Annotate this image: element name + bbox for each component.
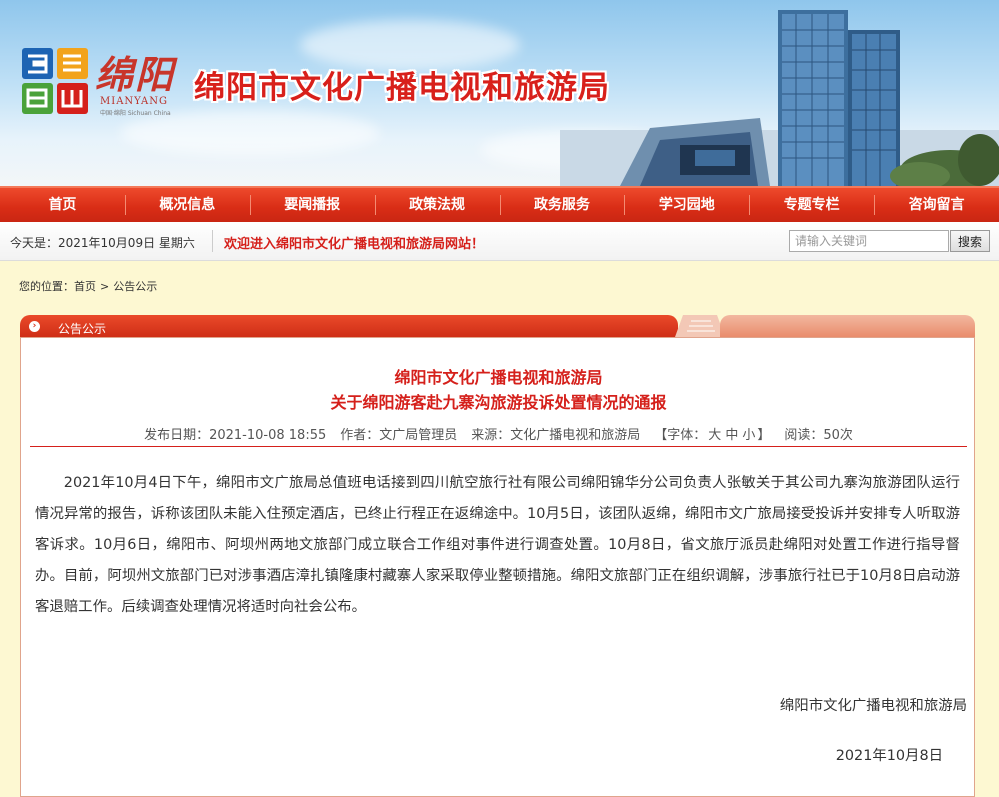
panel-tab: › 公告公示 [20, 315, 678, 337]
read-count: 阅读：50次 [784, 428, 853, 443]
article-signature: 绵阳市文化广播电视和旅游局 [779, 698, 967, 714]
article-panel: 绵阳市文化广播电视和旅游局 关于绵阳游客赴九寨沟旅游投诉处置情况的通报 发布日期… [20, 337, 975, 797]
nav-item-home[interactable]: 首页 [0, 188, 125, 224]
publish-date: 发布日期：2021-10-08 18:55 [144, 428, 327, 443]
breadcrumb-home-link[interactable]: 首页 [74, 280, 96, 293]
nav-item-overview[interactable]: 概况信息 [124, 188, 250, 224]
main-nav: 首页 概况信息 要闻播报 政策法规 政务服务 学习园地 专题专栏 咨询留言 [0, 186, 999, 224]
font-size-close: 】 [757, 428, 771, 443]
font-size-large-link[interactable]: 大 [708, 428, 721, 443]
article-source: 来源：文化广播电视和旅游局 [471, 428, 641, 443]
site-title: 绵阳市文化广播电视和旅游局 [194, 70, 610, 106]
title-divider [30, 446, 967, 447]
search-button[interactable]: 搜索 [950, 230, 990, 252]
strip-divider [212, 230, 213, 252]
breadcrumb-prefix: 您的位置： [19, 280, 74, 293]
font-size-small-link[interactable]: 小 [742, 428, 755, 443]
logo-text: 绵阳 [95, 52, 176, 97]
panel-header: › 公告公示 [20, 313, 975, 339]
breadcrumb-current[interactable]: 公告公示 [113, 280, 157, 293]
nav-item-news[interactable]: 要闻播报 [249, 188, 375, 224]
panel-tab-right [720, 315, 975, 337]
tab-notch-decoration [675, 315, 725, 337]
font-size-medium-link[interactable]: 中 [725, 428, 738, 443]
nav-item-policy[interactable]: 政策法规 [374, 188, 500, 224]
font-size-label: 【字体： [654, 428, 707, 443]
current-date: 今天是：2021年10月09日 星期六 [10, 236, 195, 250]
nav-item-topics[interactable]: 专题专栏 [749, 188, 874, 224]
search-input[interactable] [789, 230, 949, 252]
nav-item-learning[interactable]: 学习园地 [624, 188, 749, 224]
logo-subtitle: MIANYANG [100, 96, 168, 107]
article-title-line1: 绵阳市文化广播电视和旅游局 [394, 368, 603, 387]
article-author: 作者：文广局管理员 [340, 428, 458, 443]
article-meta: 发布日期：2021-10-08 18:55 作者：文广局管理员 来源：文化广播电视和… [21, 424, 976, 443]
article-title-line2: 关于绵阳游客赴九寨沟旅游投诉处置情况的通报 [330, 393, 667, 412]
article-sign-date: 2021年10月8日 [835, 748, 943, 764]
breadcrumb-separator: > [100, 280, 110, 293]
logo-subtitle-small: 中国·绵阳 Sichuan China [100, 110, 171, 117]
welcome-message: 欢迎进入绵阳市文化广播电视和旅游局网站！ [224, 237, 485, 252]
article-body: 2021年10月4日下午，绵阳市文广旅局总值班电话接到四川航空旅行社有限公司绵阳… [35, 475, 960, 615]
nav-item-services[interactable]: 政务服务 [499, 188, 625, 224]
city-skyline-illustration [560, 10, 999, 186]
chevron-right-icon: › [29, 321, 40, 332]
panel-tab-label: 公告公示 [58, 322, 107, 336]
mianyang-logo-icon [22, 48, 88, 114]
breadcrumb: 您的位置：首页 > 公告公示 [19, 278, 161, 294]
nav-item-consult[interactable]: 咨询留言 [874, 188, 999, 224]
header-banner: 绵阳 MIANYANG 中国·绵阳 Sichuan China 绵阳市文化广播电… [0, 0, 999, 186]
